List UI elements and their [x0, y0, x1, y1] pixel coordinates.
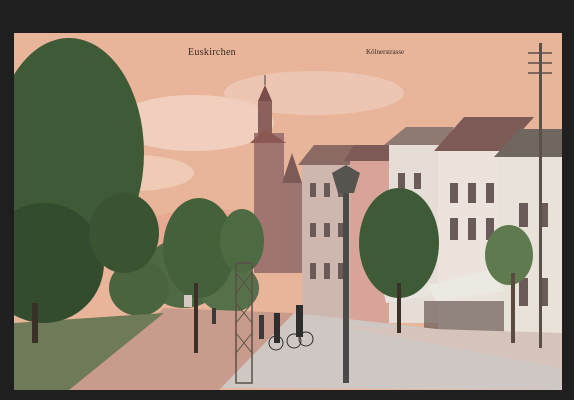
postcard-title: Euskirchen [188, 47, 236, 58]
cloud [224, 71, 404, 115]
postcard-photo: Euskirchen Kölnerstrasse [14, 33, 562, 390]
street-name-caption: Kölnerstrasse [366, 48, 405, 56]
street-scene [14, 33, 562, 390]
